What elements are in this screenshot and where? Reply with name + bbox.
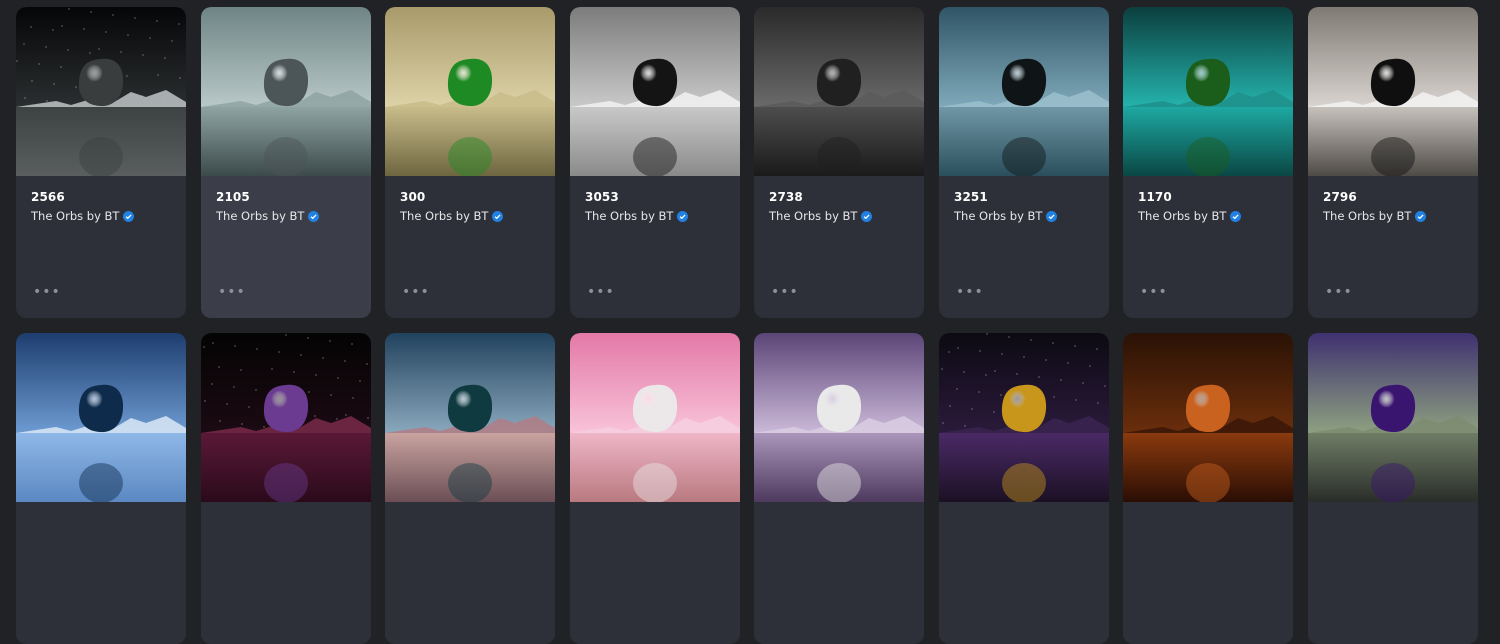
nft-card[interactable]: 3251 The Orbs by BT ••• <box>939 7 1109 318</box>
nft-thumbnail[interactable] <box>570 333 740 502</box>
collection-name-label: The Orbs by BT <box>585 209 674 223</box>
orb-artwork <box>1370 58 1416 107</box>
collection-name-label: The Orbs by BT <box>31 209 120 223</box>
more-options-icon[interactable]: ••• <box>587 285 614 299</box>
orb-artwork <box>1370 384 1416 433</box>
verified-badge-icon <box>677 210 689 222</box>
orb-artwork <box>1001 384 1047 433</box>
verified-badge-icon <box>861 210 873 222</box>
nft-thumbnail[interactable] <box>1308 333 1478 502</box>
nft-card[interactable]: 2796 The Orbs by BT ••• <box>1308 7 1478 318</box>
nft-card[interactable] <box>201 333 371 644</box>
nft-thumbnail[interactable] <box>570 7 740 176</box>
nft-thumbnail[interactable] <box>201 7 371 176</box>
nft-card[interactable]: 3053 The Orbs by BT ••• <box>570 7 740 318</box>
token-id: 2796 <box>1323 190 1357 204</box>
collection-name-label: The Orbs by BT <box>1323 209 1412 223</box>
nft-thumbnail[interactable] <box>1123 333 1293 502</box>
orb-artwork <box>816 384 862 433</box>
token-id: 3251 <box>954 190 988 204</box>
verified-badge-icon <box>1415 210 1427 222</box>
token-id: 1170 <box>1138 190 1172 204</box>
collection-name[interactable]: The Orbs by BT <box>769 208 914 224</box>
more-options-icon[interactable]: ••• <box>956 285 983 299</box>
orb-artwork <box>447 384 493 433</box>
collection-name-label: The Orbs by BT <box>1138 209 1227 223</box>
nft-thumbnail[interactable] <box>16 333 186 502</box>
nft-thumbnail[interactable] <box>385 333 555 502</box>
collection-name-label: The Orbs by BT <box>954 209 1043 223</box>
orb-artwork <box>1185 58 1231 107</box>
token-id: 3053 <box>585 190 619 204</box>
orb-artwork <box>263 384 309 433</box>
nft-thumbnail[interactable] <box>16 7 186 176</box>
nft-thumbnail[interactable] <box>201 333 371 502</box>
nft-thumbnail[interactable] <box>1308 7 1478 176</box>
nft-thumbnail[interactable] <box>385 7 555 176</box>
verified-badge-icon <box>308 210 320 222</box>
nft-card[interactable] <box>754 333 924 644</box>
nft-card-grid: 2566 The Orbs by BT ••• 2105 The Orbs by BT •… <box>0 0 1500 644</box>
orb-artwork <box>816 58 862 107</box>
orb-artwork <box>632 384 678 433</box>
orb-artwork <box>1185 384 1231 433</box>
collection-name-label: The Orbs by BT <box>216 209 305 223</box>
collection-name[interactable]: The Orbs by BT <box>585 208 730 224</box>
orb-artwork <box>78 58 124 107</box>
nft-thumbnail[interactable] <box>754 7 924 176</box>
nft-card[interactable] <box>570 333 740 644</box>
more-options-icon[interactable]: ••• <box>218 285 245 299</box>
orb-artwork <box>632 58 678 107</box>
nft-thumbnail[interactable] <box>754 333 924 502</box>
collection-name-label: The Orbs by BT <box>769 209 858 223</box>
nft-card[interactable] <box>1308 333 1478 644</box>
collection-name[interactable]: The Orbs by BT <box>216 208 361 224</box>
nft-card[interactable]: 2566 The Orbs by BT ••• <box>16 7 186 318</box>
verified-badge-icon <box>1046 210 1058 222</box>
orb-artwork <box>1001 58 1047 107</box>
orb-artwork <box>263 58 309 107</box>
more-options-icon[interactable]: ••• <box>1325 285 1352 299</box>
orb-artwork <box>447 58 493 107</box>
more-options-icon[interactable]: ••• <box>771 285 798 299</box>
nft-card[interactable]: 1170 The Orbs by BT ••• <box>1123 7 1293 318</box>
verified-badge-icon <box>492 210 504 222</box>
nft-card[interactable]: 300 The Orbs by BT ••• <box>385 7 555 318</box>
nft-card[interactable] <box>16 333 186 644</box>
collection-name[interactable]: The Orbs by BT <box>1138 208 1283 224</box>
verified-badge-icon <box>1230 210 1242 222</box>
token-id: 2105 <box>216 190 250 204</box>
verified-badge-icon <box>123 210 135 222</box>
nft-thumbnail[interactable] <box>939 333 1109 502</box>
orb-artwork <box>78 384 124 433</box>
more-options-icon[interactable]: ••• <box>33 285 60 299</box>
nft-card[interactable] <box>1123 333 1293 644</box>
collection-name[interactable]: The Orbs by BT <box>1323 208 1468 224</box>
nft-card[interactable]: 2738 The Orbs by BT ••• <box>754 7 924 318</box>
more-options-icon[interactable]: ••• <box>1140 285 1167 299</box>
collection-name[interactable]: The Orbs by BT <box>400 208 545 224</box>
token-id: 2566 <box>31 190 65 204</box>
nft-thumbnail[interactable] <box>1123 7 1293 176</box>
token-id: 2738 <box>769 190 803 204</box>
nft-card[interactable] <box>939 333 1109 644</box>
token-id: 300 <box>400 190 426 204</box>
more-options-icon[interactable]: ••• <box>402 285 429 299</box>
nft-card[interactable] <box>385 333 555 644</box>
nft-thumbnail[interactable] <box>939 7 1109 176</box>
collection-name-label: The Orbs by BT <box>400 209 489 223</box>
nft-card[interactable]: 2105 The Orbs by BT ••• <box>201 7 371 318</box>
collection-name[interactable]: The Orbs by BT <box>31 208 176 224</box>
collection-name[interactable]: The Orbs by BT <box>954 208 1099 224</box>
